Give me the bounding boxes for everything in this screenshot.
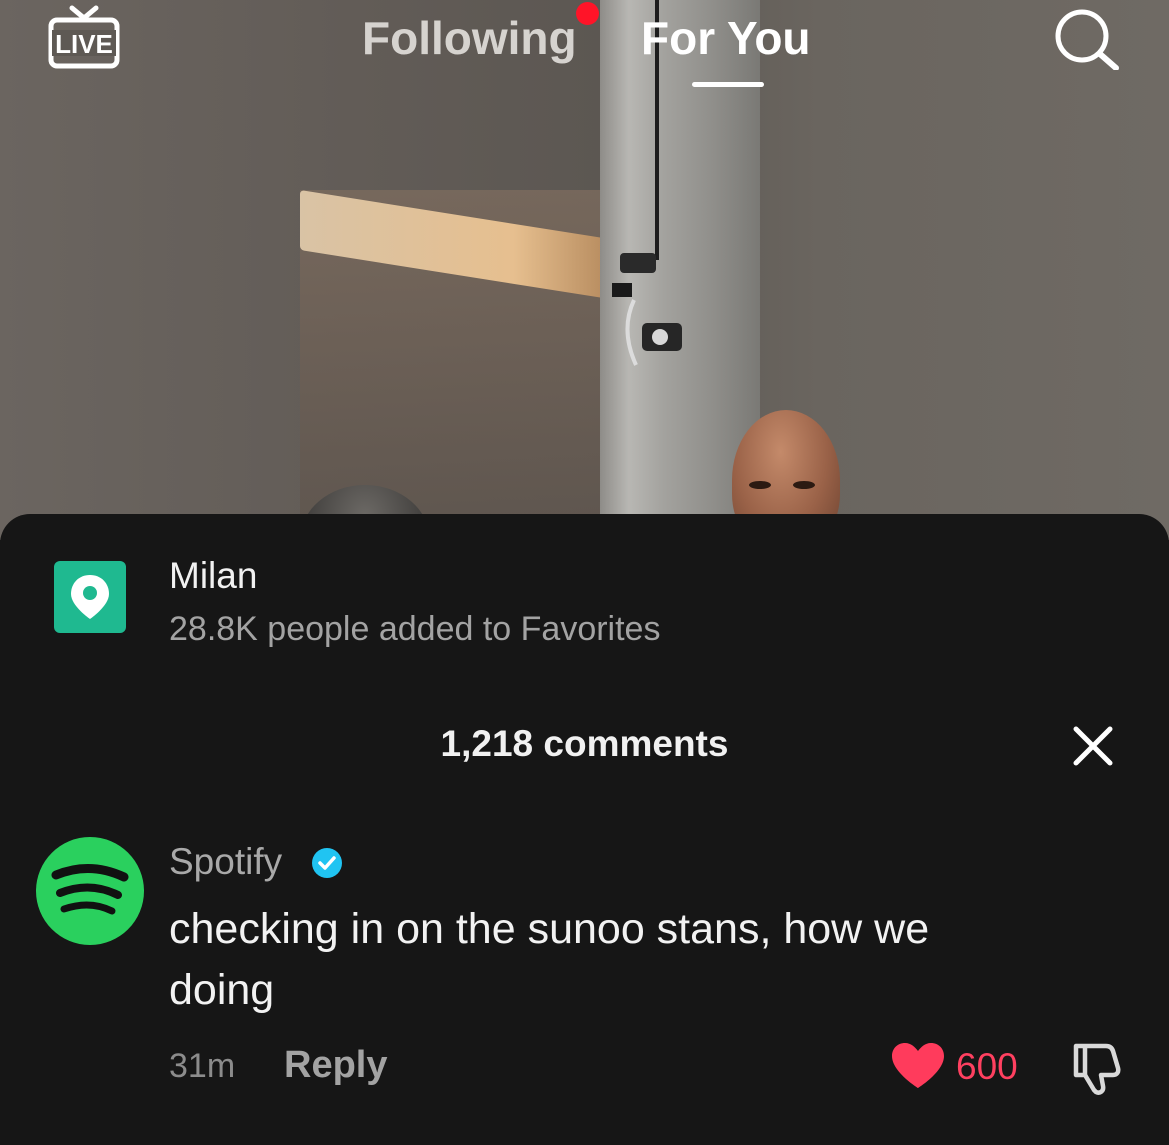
live-tv-icon[interactable]: LIVE <box>48 4 120 74</box>
notification-dot <box>576 2 599 25</box>
active-tab-indicator <box>692 82 764 87</box>
live-label: LIVE <box>55 29 113 59</box>
location-favorites-count: 28.8K people added to Favorites <box>169 610 661 648</box>
dislike-icon[interactable] <box>1068 1040 1126 1096</box>
top-navigation: LIVE Following For You <box>0 0 1169 100</box>
spotify-logo-icon <box>51 863 129 915</box>
video-camera-rig <box>612 253 682 366</box>
like-count: 600 <box>956 1046 1018 1087</box>
comment-timestamp: 31m <box>169 1047 236 1085</box>
comment-text: checking in on the sunoo stans, how we d… <box>169 905 930 1014</box>
tab-following[interactable]: Following <box>362 10 577 66</box>
tab-for-you[interactable]: For You <box>641 10 811 66</box>
comments-count-title: 1,218 comments <box>440 723 729 764</box>
comments-sheet: Milan 28.8K people added to Favorites 1,… <box>0 514 1169 1145</box>
comment-username[interactable]: Spotify <box>169 839 282 885</box>
heart-icon[interactable] <box>890 1042 946 1090</box>
video-person-eyes <box>749 481 815 489</box>
location-pin-icon[interactable] <box>54 561 126 633</box>
close-icon[interactable] <box>1070 723 1116 769</box>
verified-badge-icon <box>312 848 342 878</box>
search-icon[interactable] <box>1052 8 1122 70</box>
avatar[interactable] <box>36 837 144 945</box>
location-name[interactable]: Milan <box>169 554 257 598</box>
reply-button[interactable]: Reply <box>284 1042 387 1088</box>
